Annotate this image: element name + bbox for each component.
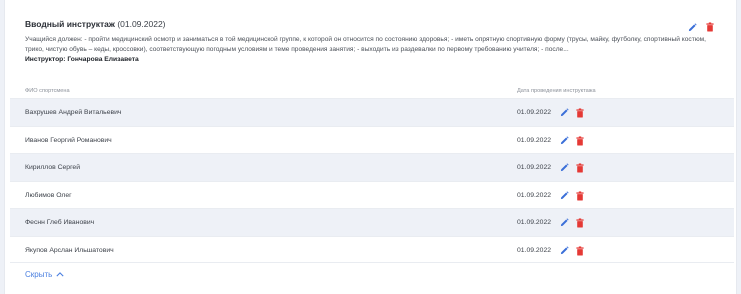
briefing-date: (01.09.2022)	[117, 19, 166, 29]
pencil-icon[interactable]	[560, 190, 569, 200]
athletes-table: ФИО спортсмена Дата проведения инструкта…	[10, 84, 734, 263]
pencil-icon[interactable]	[560, 135, 569, 145]
briefing-date-cell: 01.09.2022	[517, 109, 552, 116]
trash-icon[interactable]	[576, 163, 585, 173]
athlete-name: Иванов Георгий Романович	[25, 136, 112, 144]
trash-icon[interactable]	[576, 218, 585, 228]
column-header-name: ФИО спортсмена	[25, 88, 70, 94]
column-header-date: Дата проведения инструктажа	[517, 88, 596, 94]
pencil-icon[interactable]	[688, 19, 697, 32]
trash-icon[interactable]	[576, 108, 585, 118]
briefing-date-cell: 01.09.2022	[517, 246, 552, 254]
table-row: Якупов Арслан Ильшатович 01.09.2022	[10, 235, 734, 263]
briefing-instructor: Инструктор: Гончарова Елизавета	[25, 56, 139, 63]
athlete-name: Кириллов Сергей	[25, 164, 80, 171]
trash-icon[interactable]	[576, 245, 585, 255]
athlete-name: Любимов Олег	[25, 191, 72, 199]
hide-label: Скрыть	[25, 270, 53, 279]
briefing-date-cell: 01.09.2022	[517, 136, 552, 144]
table-row: Феснн Глеб Иванович 01.09.2022	[10, 208, 734, 236]
row-actions	[560, 163, 585, 173]
briefing-title: Вводный инструктаж	[25, 19, 115, 29]
briefing-date-cell: 01.09.2022	[517, 191, 552, 199]
briefing-card: Вводный инструктаж (01.09.2022) Учащийся…	[4, 0, 737, 294]
athlete-name: Феснн Глеб Иванович	[25, 219, 95, 226]
row-actions	[560, 190, 585, 200]
athlete-name: Якупов Арслан Ильшатович	[25, 246, 114, 254]
table-header: ФИО спортсмена Дата проведения инструкта…	[10, 84, 734, 98]
table-row: Иванов Георгий Романович 01.09.2022	[10, 125, 734, 153]
row-actions	[560, 135, 585, 145]
table-row: Любимов Олег 01.09.2022	[10, 180, 734, 208]
briefing-title-line: Вводный инструктаж (01.09.2022)	[25, 18, 715, 31]
trash-icon[interactable]	[706, 19, 715, 32]
pencil-icon[interactable]	[560, 108, 569, 117]
trash-icon[interactable]	[576, 190, 585, 200]
briefing-actions	[688, 19, 715, 32]
chevron-up-icon	[56, 270, 64, 279]
table-row: Вахрушев Андрей Витальевич 01.09.2022	[10, 98, 734, 126]
hide-button[interactable]: Скрыть	[25, 270, 64, 279]
briefing-date-cell: 01.09.2022	[517, 164, 552, 171]
trash-icon[interactable]	[576, 135, 585, 145]
pencil-icon[interactable]	[560, 218, 569, 227]
row-actions	[560, 245, 585, 255]
briefing-date-cell: 01.09.2022	[517, 219, 552, 226]
athlete-name: Вахрушев Андрей Витальевич	[25, 109, 122, 116]
briefing-description: Учащийся должен: - пройти медицинский ос…	[25, 36, 706, 53]
pencil-icon[interactable]	[560, 163, 569, 172]
briefing-header: Вводный инструктаж (01.09.2022) Учащийся…	[25, 18, 715, 64]
pencil-icon[interactable]	[560, 245, 569, 255]
row-actions	[560, 218, 585, 228]
table-row: Кириллов Сергей 01.09.2022	[10, 153, 734, 181]
row-actions	[560, 108, 585, 118]
